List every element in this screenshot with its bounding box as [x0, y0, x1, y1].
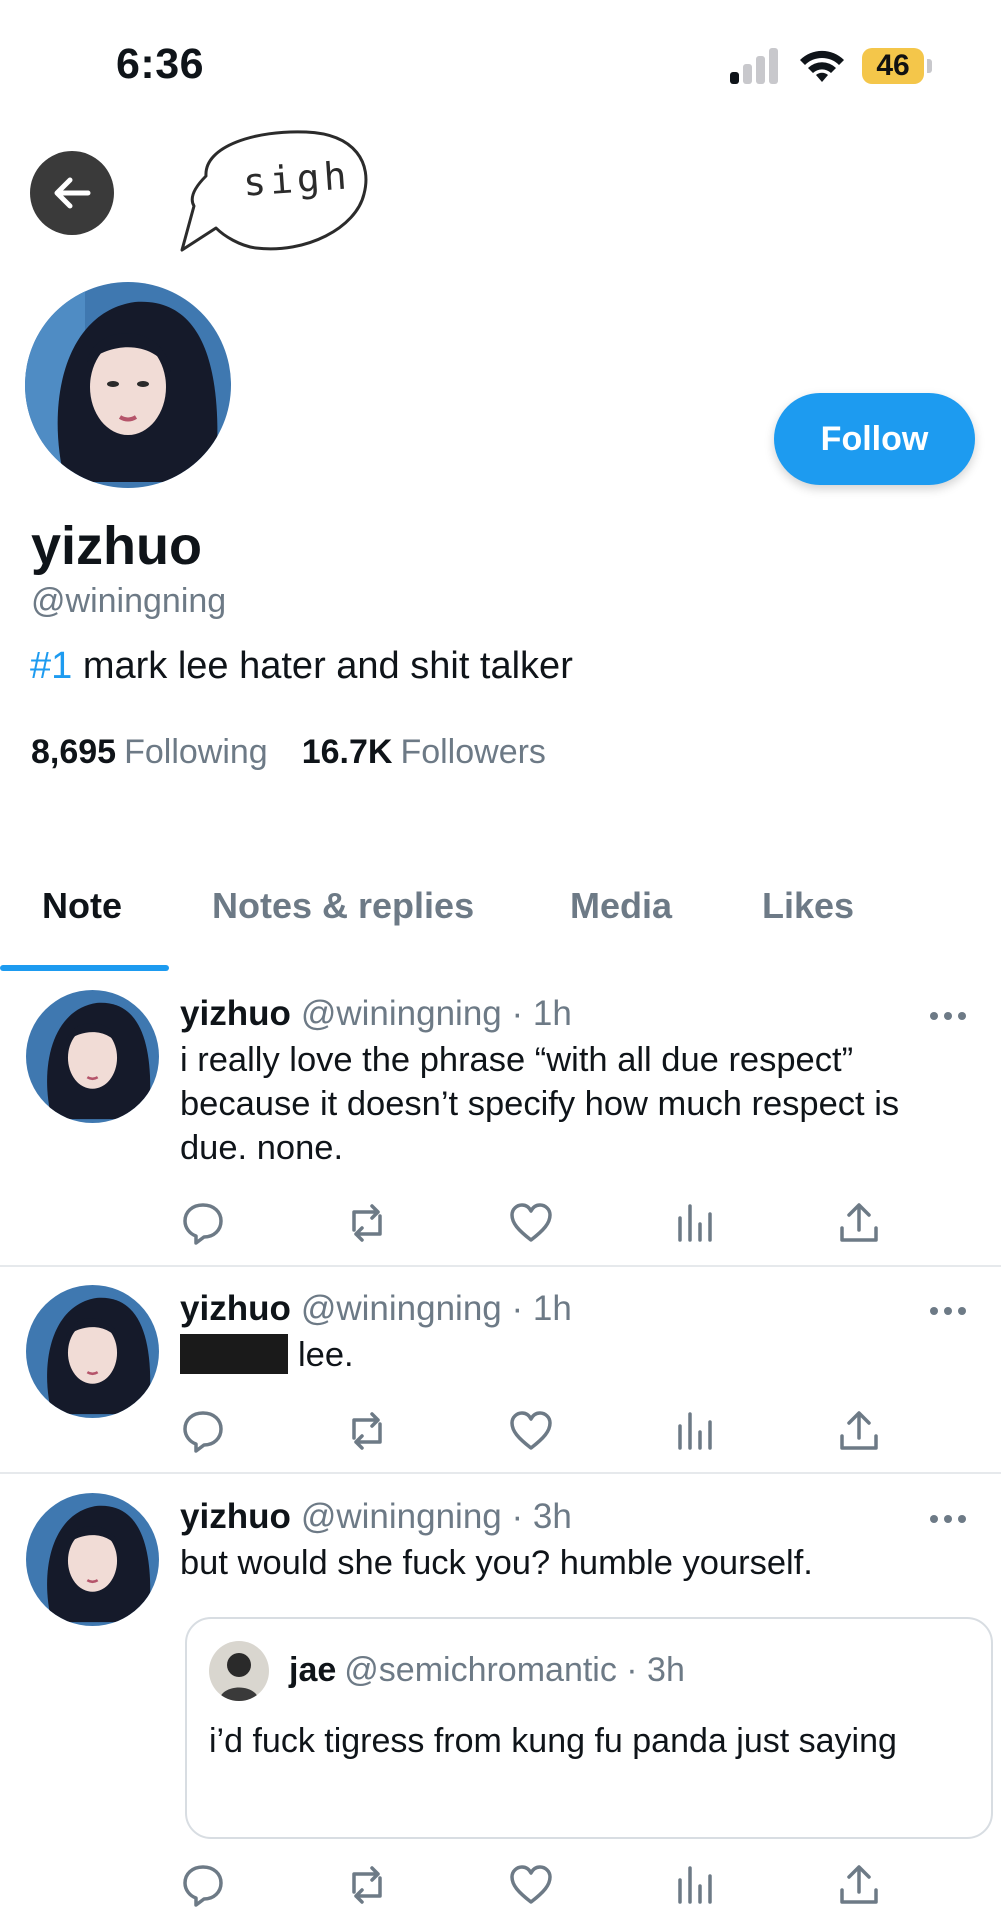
following-stat[interactable]: 8,695 Following	[31, 733, 268, 772]
views-icon[interactable]	[672, 1200, 718, 1246]
profile-display-name: yizhuo	[31, 516, 202, 576]
post-text: but would she fuck you? humble yourself.	[180, 1544, 813, 1582]
tab-notes-replies[interactable]: Notes & replies	[212, 885, 474, 927]
repost-icon[interactable]	[344, 1408, 390, 1454]
following-label: Following	[124, 733, 268, 771]
reply-icon[interactable]	[180, 1200, 226, 1246]
post[interactable]: yizhuo @winingning · 3h but would she fuc…	[0, 1493, 1001, 1920]
post[interactable]: yizhuo @winingning · 1h i really love the…	[0, 990, 1001, 1265]
post-meta: @winingning · 1h	[300, 994, 572, 1033]
post-text-content: lee.	[298, 1336, 354, 1374]
post-divider	[0, 1265, 1001, 1267]
back-button[interactable]	[30, 151, 114, 235]
wifi-icon	[800, 50, 844, 82]
profile-avatar[interactable]	[25, 282, 231, 488]
post-avatar[interactable]	[26, 1493, 159, 1626]
followers-label: Followers	[400, 733, 546, 771]
post-author-name[interactable]: yizhuo	[180, 994, 291, 1033]
battery-indicator: 46	[862, 48, 924, 84]
share-icon[interactable]	[836, 1200, 882, 1246]
quoted-post-avatar[interactable]	[209, 1641, 269, 1701]
tab-note[interactable]: Note	[42, 885, 122, 927]
profile-stats: 8,695 Following 16.7K Followers	[31, 733, 546, 772]
status-bar: 6:36 46	[0, 0, 1001, 135]
post-text: lee.	[180, 1333, 970, 1377]
post[interactable]: yizhuo @winingning · 1h lee.	[0, 1285, 1001, 1470]
post-divider	[0, 1472, 1001, 1474]
post-meta: @winingning · 3h	[300, 1497, 572, 1536]
share-icon[interactable]	[836, 1862, 882, 1908]
quoted-post-meta: @semichromantic · 3h	[344, 1651, 685, 1689]
reply-icon[interactable]	[180, 1862, 226, 1908]
like-icon[interactable]	[508, 1408, 554, 1454]
like-icon[interactable]	[508, 1200, 554, 1246]
post-author-name[interactable]: yizhuo	[180, 1497, 291, 1536]
followers-stat[interactable]: 16.7K Followers	[302, 733, 546, 772]
repost-icon[interactable]	[344, 1862, 390, 1908]
post-avatar[interactable]	[26, 1285, 159, 1418]
sigh-annotation: sigh	[241, 153, 352, 205]
views-icon[interactable]	[672, 1862, 718, 1908]
cellular-signal-icon	[730, 46, 782, 84]
quoted-post-text: i’d fuck tigress from kung fu panda just…	[209, 1722, 897, 1760]
post-header: yizhuo @winingning · 1h	[180, 1289, 572, 1329]
bio-text: mark lee hater and shit talker	[72, 645, 573, 687]
like-icon[interactable]	[508, 1862, 554, 1908]
reply-icon[interactable]	[180, 1408, 226, 1454]
post-author-name[interactable]: yizhuo	[180, 1289, 291, 1328]
share-icon[interactable]	[836, 1408, 882, 1454]
post-meta: @winingning · 1h	[300, 1289, 572, 1328]
quoted-post[interactable]: jae @semichromantic · 3h i’d fuck tigress…	[185, 1617, 993, 1839]
battery-nub	[927, 59, 932, 73]
tab-likes[interactable]: Likes	[762, 885, 854, 927]
profile-tabs: Note Notes & replies Media Likes	[0, 870, 1001, 971]
more-options-icon[interactable]	[930, 1010, 966, 1022]
post-header: yizhuo @winingning · 3h	[180, 1497, 572, 1537]
profile-bio: #1 mark lee hater and shit talker	[30, 645, 573, 688]
quoted-post-header: jae @semichromantic · 3h	[289, 1651, 685, 1690]
more-options-icon[interactable]	[930, 1305, 966, 1317]
more-options-icon[interactable]	[930, 1513, 966, 1525]
follow-button[interactable]: Follow	[774, 393, 975, 485]
views-icon[interactable]	[672, 1408, 718, 1454]
followers-count: 16.7K	[301, 733, 393, 771]
tab-media[interactable]: Media	[570, 885, 672, 927]
post-header: yizhuo @winingning · 1h	[180, 994, 572, 1034]
post-text: i really love the phrase “with all due r…	[180, 1041, 900, 1167]
repost-icon[interactable]	[344, 1200, 390, 1246]
bio-hashtag-link[interactable]: #1	[30, 645, 72, 687]
quoted-author-name: jae	[289, 1651, 337, 1689]
arrow-left-icon	[54, 177, 91, 209]
post-actions	[0, 1862, 1001, 1912]
following-count: 8,695	[31, 733, 117, 771]
status-time: 6:36	[116, 40, 205, 88]
profile-handle: @winingning	[31, 582, 227, 620]
redaction-block	[180, 1334, 288, 1374]
active-tab-indicator	[0, 965, 169, 971]
post-avatar[interactable]	[26, 990, 159, 1123]
post-actions	[0, 1200, 1001, 1250]
post-actions	[0, 1408, 1001, 1458]
